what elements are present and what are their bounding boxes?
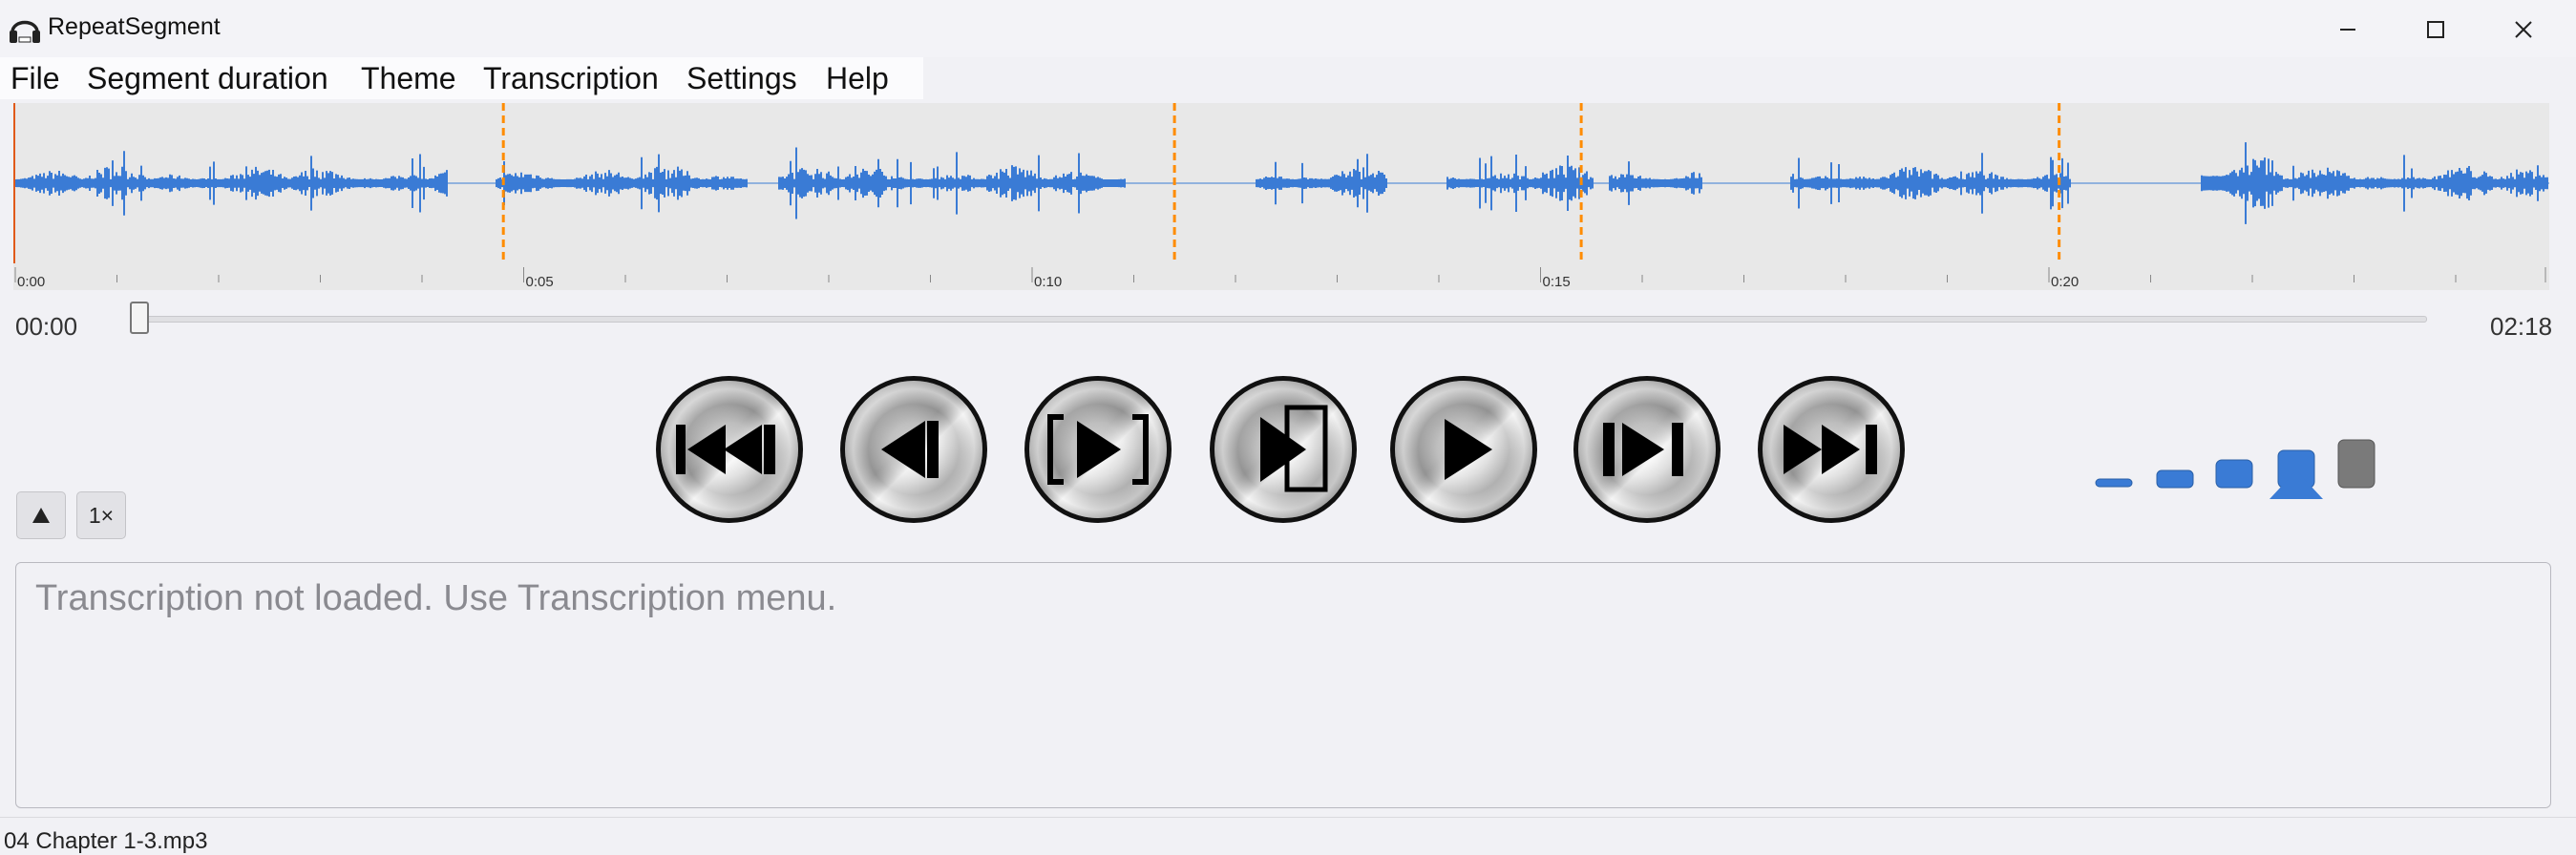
transcription-panel[interactable]: Transcription not loaded. Use Transcript…	[15, 562, 2551, 808]
menu-help[interactable]: Help	[826, 61, 889, 96]
size-selected-indicator	[2270, 470, 2323, 499]
tick-label: 0:00	[17, 274, 45, 290]
close-button[interactable]	[2482, 6, 2565, 53]
previous-segment-button[interactable]	[837, 373, 990, 526]
menu-file[interactable]: File	[11, 61, 60, 96]
play-button[interactable]	[1387, 373, 1540, 526]
maximize-button[interactable]	[2395, 6, 2477, 53]
minimize-icon	[2340, 29, 2355, 31]
size-option-1[interactable]	[2095, 478, 2133, 488]
next-segment-button[interactable]	[1571, 373, 1723, 526]
tick-label: 0:05	[526, 274, 554, 290]
total-time: 02:18	[2490, 312, 2553, 341]
size-option-2[interactable]	[2156, 469, 2194, 489]
window-title: RepeatSegment	[48, 13, 221, 40]
status-bar: 04 Chapter 1-3.mp3	[0, 817, 2576, 854]
current-time: 00:00	[15, 312, 78, 341]
waveform-background	[13, 103, 2549, 290]
close-icon	[2515, 21, 2532, 38]
skip-to-end-icon	[1758, 376, 1905, 523]
triangle-up-icon	[32, 508, 50, 523]
repeatsegment-window: RepeatSegment File Segment duration Them…	[0, 0, 2576, 854]
menu-bar: File Segment duration Theme Transcriptio…	[0, 57, 923, 99]
size-selector[interactable]	[2086, 434, 2382, 506]
skip-to-start-icon	[656, 376, 803, 523]
waveform-display[interactable]: 0:00 0:05 0:10 0:15 0:20	[13, 103, 2549, 290]
bracket-play-icon	[1024, 376, 1172, 523]
playback-speed-button[interactable]: 1×	[76, 491, 126, 539]
step-forward-icon	[1573, 376, 1721, 523]
minimize-button[interactable]	[2307, 6, 2389, 53]
menu-theme[interactable]: Theme	[361, 61, 456, 96]
status-filename: 04 Chapter 1-3.mp3	[4, 828, 208, 854]
maximize-icon	[2427, 21, 2444, 38]
play-to-end-icon	[1210, 376, 1357, 523]
skip-to-end-button[interactable]	[1755, 373, 1908, 526]
tick-label: 0:20	[2051, 274, 2079, 290]
menu-transcription[interactable]: Transcription	[483, 61, 659, 96]
menu-settings[interactable]: Settings	[686, 61, 797, 96]
play-icon	[1390, 376, 1537, 523]
seek-slider-track[interactable]	[137, 316, 2427, 323]
skip-to-start-button[interactable]	[653, 373, 806, 526]
headphones-icon	[10, 20, 40, 43]
size-option-5[interactable]	[2337, 439, 2375, 489]
play-to-segment-end-button[interactable]	[1207, 373, 1360, 526]
size-option-3[interactable]	[2215, 459, 2253, 489]
title-bar: RepeatSegment	[0, 0, 2576, 57]
transcription-placeholder: Transcription not loaded. Use Transcript…	[35, 578, 837, 618]
tick-label: 0:15	[1543, 274, 1571, 290]
step-back-icon	[840, 376, 987, 523]
collapse-button[interactable]	[16, 491, 66, 539]
repeat-segment-button[interactable]	[1022, 373, 1174, 526]
seek-slider-thumb[interactable]	[130, 302, 149, 334]
menu-segment-duration[interactable]: Segment duration	[87, 61, 328, 96]
tick-label: 0:10	[1034, 274, 1062, 290]
